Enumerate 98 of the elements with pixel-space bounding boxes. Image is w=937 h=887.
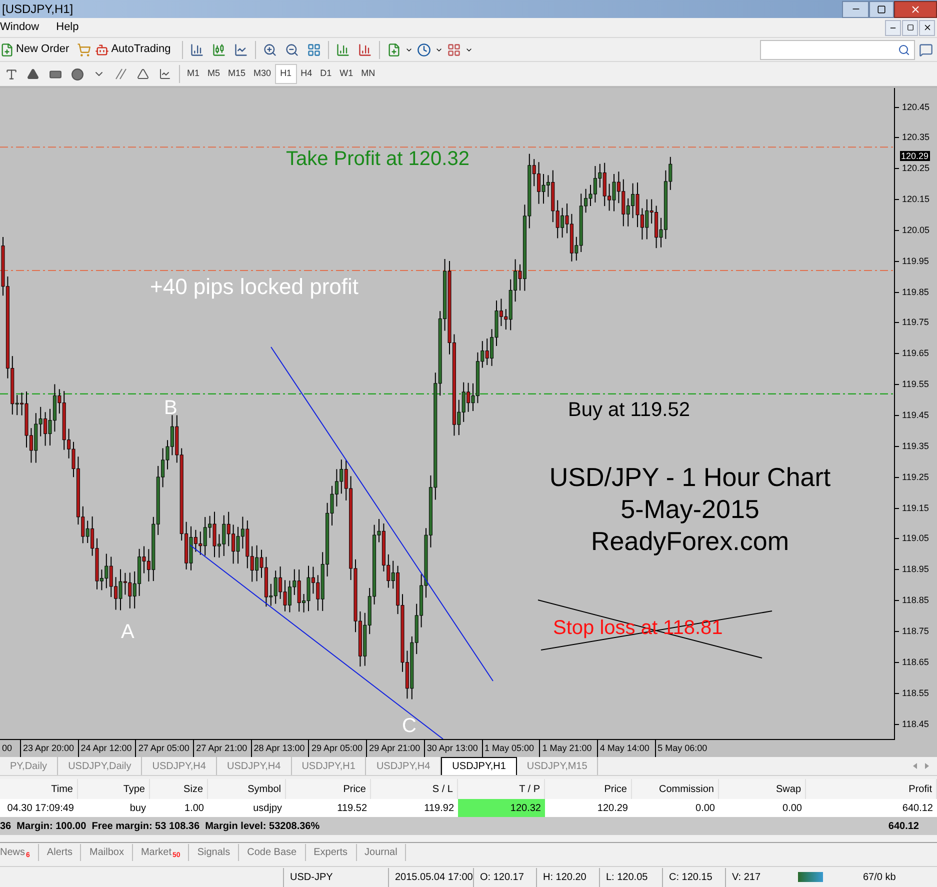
price-label: 119.15	[902, 504, 929, 513]
search-field[interactable]	[760, 40, 915, 60]
table-cell-text: 1.00	[184, 802, 205, 816]
status-field: O: 120.17	[473, 868, 536, 886]
price-label: 118.45	[902, 720, 929, 728]
chart-annotation: +40 pips locked profit	[150, 276, 359, 298]
price-label: 120.05	[902, 226, 930, 235]
timeframe-button[interactable]: H4	[296, 64, 316, 84]
terminal-tab[interactable]: Signals	[189, 844, 240, 861]
price-label: 119.95	[902, 256, 929, 266]
price-label: 120.15	[902, 195, 930, 204]
chart-annotation: Buy at 119.52	[568, 400, 690, 420]
maximize-icon	[877, 4, 886, 14]
timeframe-button[interactable]: M5	[204, 64, 224, 84]
status-field: 2015.05.04 17:00	[388, 868, 473, 886]
timeframe-button[interactable]: D1	[316, 64, 336, 84]
menu-item[interactable]: Window	[0, 19, 40, 36]
price-label: 119.85	[902, 288, 929, 297]
status-field: H: 120.20	[536, 868, 599, 886]
point-label: A	[121, 622, 134, 642]
time-label: 00	[2, 742, 12, 755]
table-cell-text: usdjpy	[252, 802, 283, 816]
terminal-tab[interactable]: Code Base	[239, 844, 306, 861]
chart-title-text: 5-May-2015	[620, 496, 760, 522]
status-field: V: 217	[725, 868, 788, 886]
time-label: 30 Apr 13:00	[426, 742, 478, 755]
menu-item[interactable]: Help	[56, 19, 79, 36]
price-label: 119.45	[902, 411, 929, 420]
timeframe-button[interactable]: MN	[357, 64, 380, 84]
new-order-icon	[0, 42, 14, 56]
new-order-button[interactable]: New Order	[0, 40, 74, 60]
auto-trading-button[interactable]: AutoTrading	[95, 40, 179, 60]
price-label: 119.35	[902, 442, 929, 451]
price-label: 119.75	[902, 318, 929, 328]
table-cell-text: 0.00	[694, 802, 716, 816]
status-field: L: 120.05	[599, 868, 662, 886]
price-label: 120.35	[902, 133, 930, 142]
price-label: 119.65	[902, 349, 929, 358]
timeframe-button[interactable]: M1	[183, 64, 204, 84]
current-price-label: 120.29	[900, 151, 930, 162]
table-cell-text: 640.12	[901, 802, 934, 816]
search-icon	[898, 44, 910, 56]
price-label: 119.05	[902, 534, 929, 544]
table-cell-text: 119.52	[336, 802, 368, 816]
time-label: 5 May 06:00	[658, 742, 708, 755]
price-label: 119.55	[902, 380, 929, 390]
price-label: 118.85	[902, 596, 929, 606]
timeframe-button[interactable]: H1	[275, 64, 297, 84]
robot-icon	[95, 42, 110, 56]
timeframe-button[interactable]: M15	[224, 64, 250, 84]
time-label: 29 Apr 21:00	[369, 742, 420, 755]
chart-title-text: USD/JPY - 1 Hour Chart	[548, 464, 832, 490]
time-label: 28 Apr 13:00	[254, 742, 305, 755]
terminal-tab[interactable]: Mailbox	[81, 844, 133, 861]
time-label: 1 May 05:00	[484, 742, 534, 755]
close-button[interactable]	[919, 20, 935, 36]
table-cell-text: 04.30 17:09:49	[6, 802, 75, 816]
price-label: 118.95	[902, 565, 929, 574]
chart-title-text: ReadyForex.com	[590, 528, 790, 554]
table-cell-text: 120.29	[596, 802, 629, 816]
time-label: 4 May 14:00	[600, 742, 650, 755]
terminal-tab[interactable]: Journal	[356, 844, 406, 861]
timeframe-button[interactable]: W1	[336, 64, 358, 84]
point-label: B	[164, 398, 178, 418]
table-cell-text: 0.00	[782, 802, 803, 816]
status-field: 67/0 kb	[833, 868, 902, 886]
price-label: 118.55	[902, 688, 929, 698]
chart-annotation: Take Profit at 120.32	[286, 149, 470, 169]
time-label: 23 Apr 20:00	[23, 742, 74, 755]
table-cell: 120.32	[458, 799, 545, 817]
price-label: 120.25	[902, 164, 930, 174]
time-label: 24 Apr 12:00	[80, 742, 132, 755]
account-summary: 36 Margin: 100.00 Free margin: 53 108.36 Margin level: 53208.36%	[0, 820, 321, 834]
time-label: 29 Apr 05:00	[311, 742, 362, 755]
point-label: C	[402, 716, 416, 736]
chart-tab[interactable]: USDJPY,H1	[441, 757, 517, 775]
maximize-button[interactable]	[869, 0, 894, 18]
time-label: 1 May 21:00	[542, 742, 592, 755]
terminal-tab[interactable]: Experts	[306, 844, 357, 861]
timeframe-button[interactable]: M30	[250, 64, 276, 84]
total-profit: 640.12	[888, 820, 920, 834]
price-label: 118.65	[902, 658, 929, 667]
restore-icon	[906, 24, 914, 31]
price-label: 118.75	[902, 626, 929, 636]
table-cell-text: buy	[128, 802, 147, 816]
close-icon	[922, 23, 932, 32]
price-label: 119.25	[902, 472, 929, 482]
status-field: USD-JPY	[283, 868, 388, 886]
price-label: 120.45	[902, 102, 930, 112]
close-icon	[910, 4, 921, 14]
restore-button[interactable]	[902, 20, 918, 36]
terminal-tab[interactable]: Alerts	[38, 844, 82, 861]
status-field: C: 120.15	[662, 868, 725, 886]
close-button[interactable]	[894, 0, 937, 18]
table-cell-text: 119.92	[423, 802, 455, 816]
window-title: [USDJPY,H1]	[1, 1, 74, 18]
time-label: 27 Apr 05:00	[138, 742, 190, 755]
time-label: 27 Apr 21:00	[196, 742, 248, 755]
